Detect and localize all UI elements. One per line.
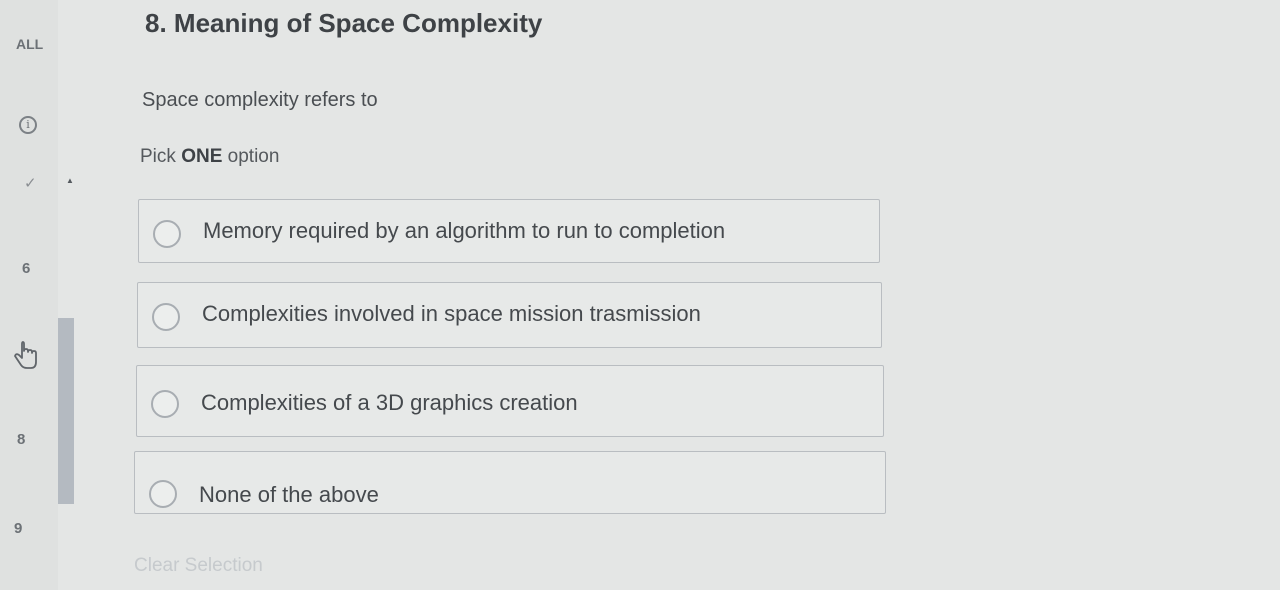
radio-button[interactable]	[151, 390, 179, 418]
answer-option-label: Memory required by an algorithm to run t…	[203, 218, 726, 243]
answer-option-label: Complexities involved in space mission t…	[202, 301, 701, 326]
answer-option-4[interactable]: None of the above	[134, 451, 886, 514]
sidebar-scrollbar[interactable]	[58, 318, 74, 504]
collapse-arrow-icon[interactable]: ▲	[66, 176, 74, 185]
answer-option-1[interactable]: Memory required by an algorithm to run t…	[138, 199, 880, 263]
hand-pointer-icon	[14, 341, 37, 369]
answer-option-label: Complexities of a 3D graphics creation	[201, 390, 578, 415]
pick-instruction-prefix: Pick	[140, 146, 176, 167]
answer-option-label: None of the above	[199, 482, 379, 507]
question-nav-item-8[interactable]: 8	[17, 431, 25, 448]
question-text: Space complexity refers to	[142, 89, 378, 111]
answer-option-3[interactable]: Complexities of a 3D graphics creation	[136, 365, 884, 437]
question-navigator: ALL i ✓ 6 8 9	[0, 0, 58, 590]
info-icon[interactable]: i	[19, 116, 37, 134]
filter-all-tab[interactable]: ALL	[16, 36, 43, 52]
radio-button[interactable]	[149, 480, 177, 508]
radio-button[interactable]	[153, 220, 181, 248]
pick-instruction-suffix: option	[227, 146, 280, 167]
pick-instruction: Pick ONE option	[140, 146, 279, 168]
sidebar-scrollbar-thumb[interactable]	[58, 318, 74, 504]
question-nav-item-9[interactable]: 9	[14, 520, 22, 537]
answer-option-2[interactable]: Complexities involved in space mission t…	[137, 282, 882, 348]
check-icon: ✓	[24, 175, 37, 192]
pick-instruction-emphasis: ONE	[181, 146, 223, 167]
radio-button[interactable]	[152, 303, 180, 331]
clear-selection-button[interactable]: Clear Selection	[134, 555, 263, 577]
question-title: 8. Meaning of Space Complexity	[145, 8, 543, 38]
question-nav-item-6[interactable]: 6	[22, 260, 30, 277]
